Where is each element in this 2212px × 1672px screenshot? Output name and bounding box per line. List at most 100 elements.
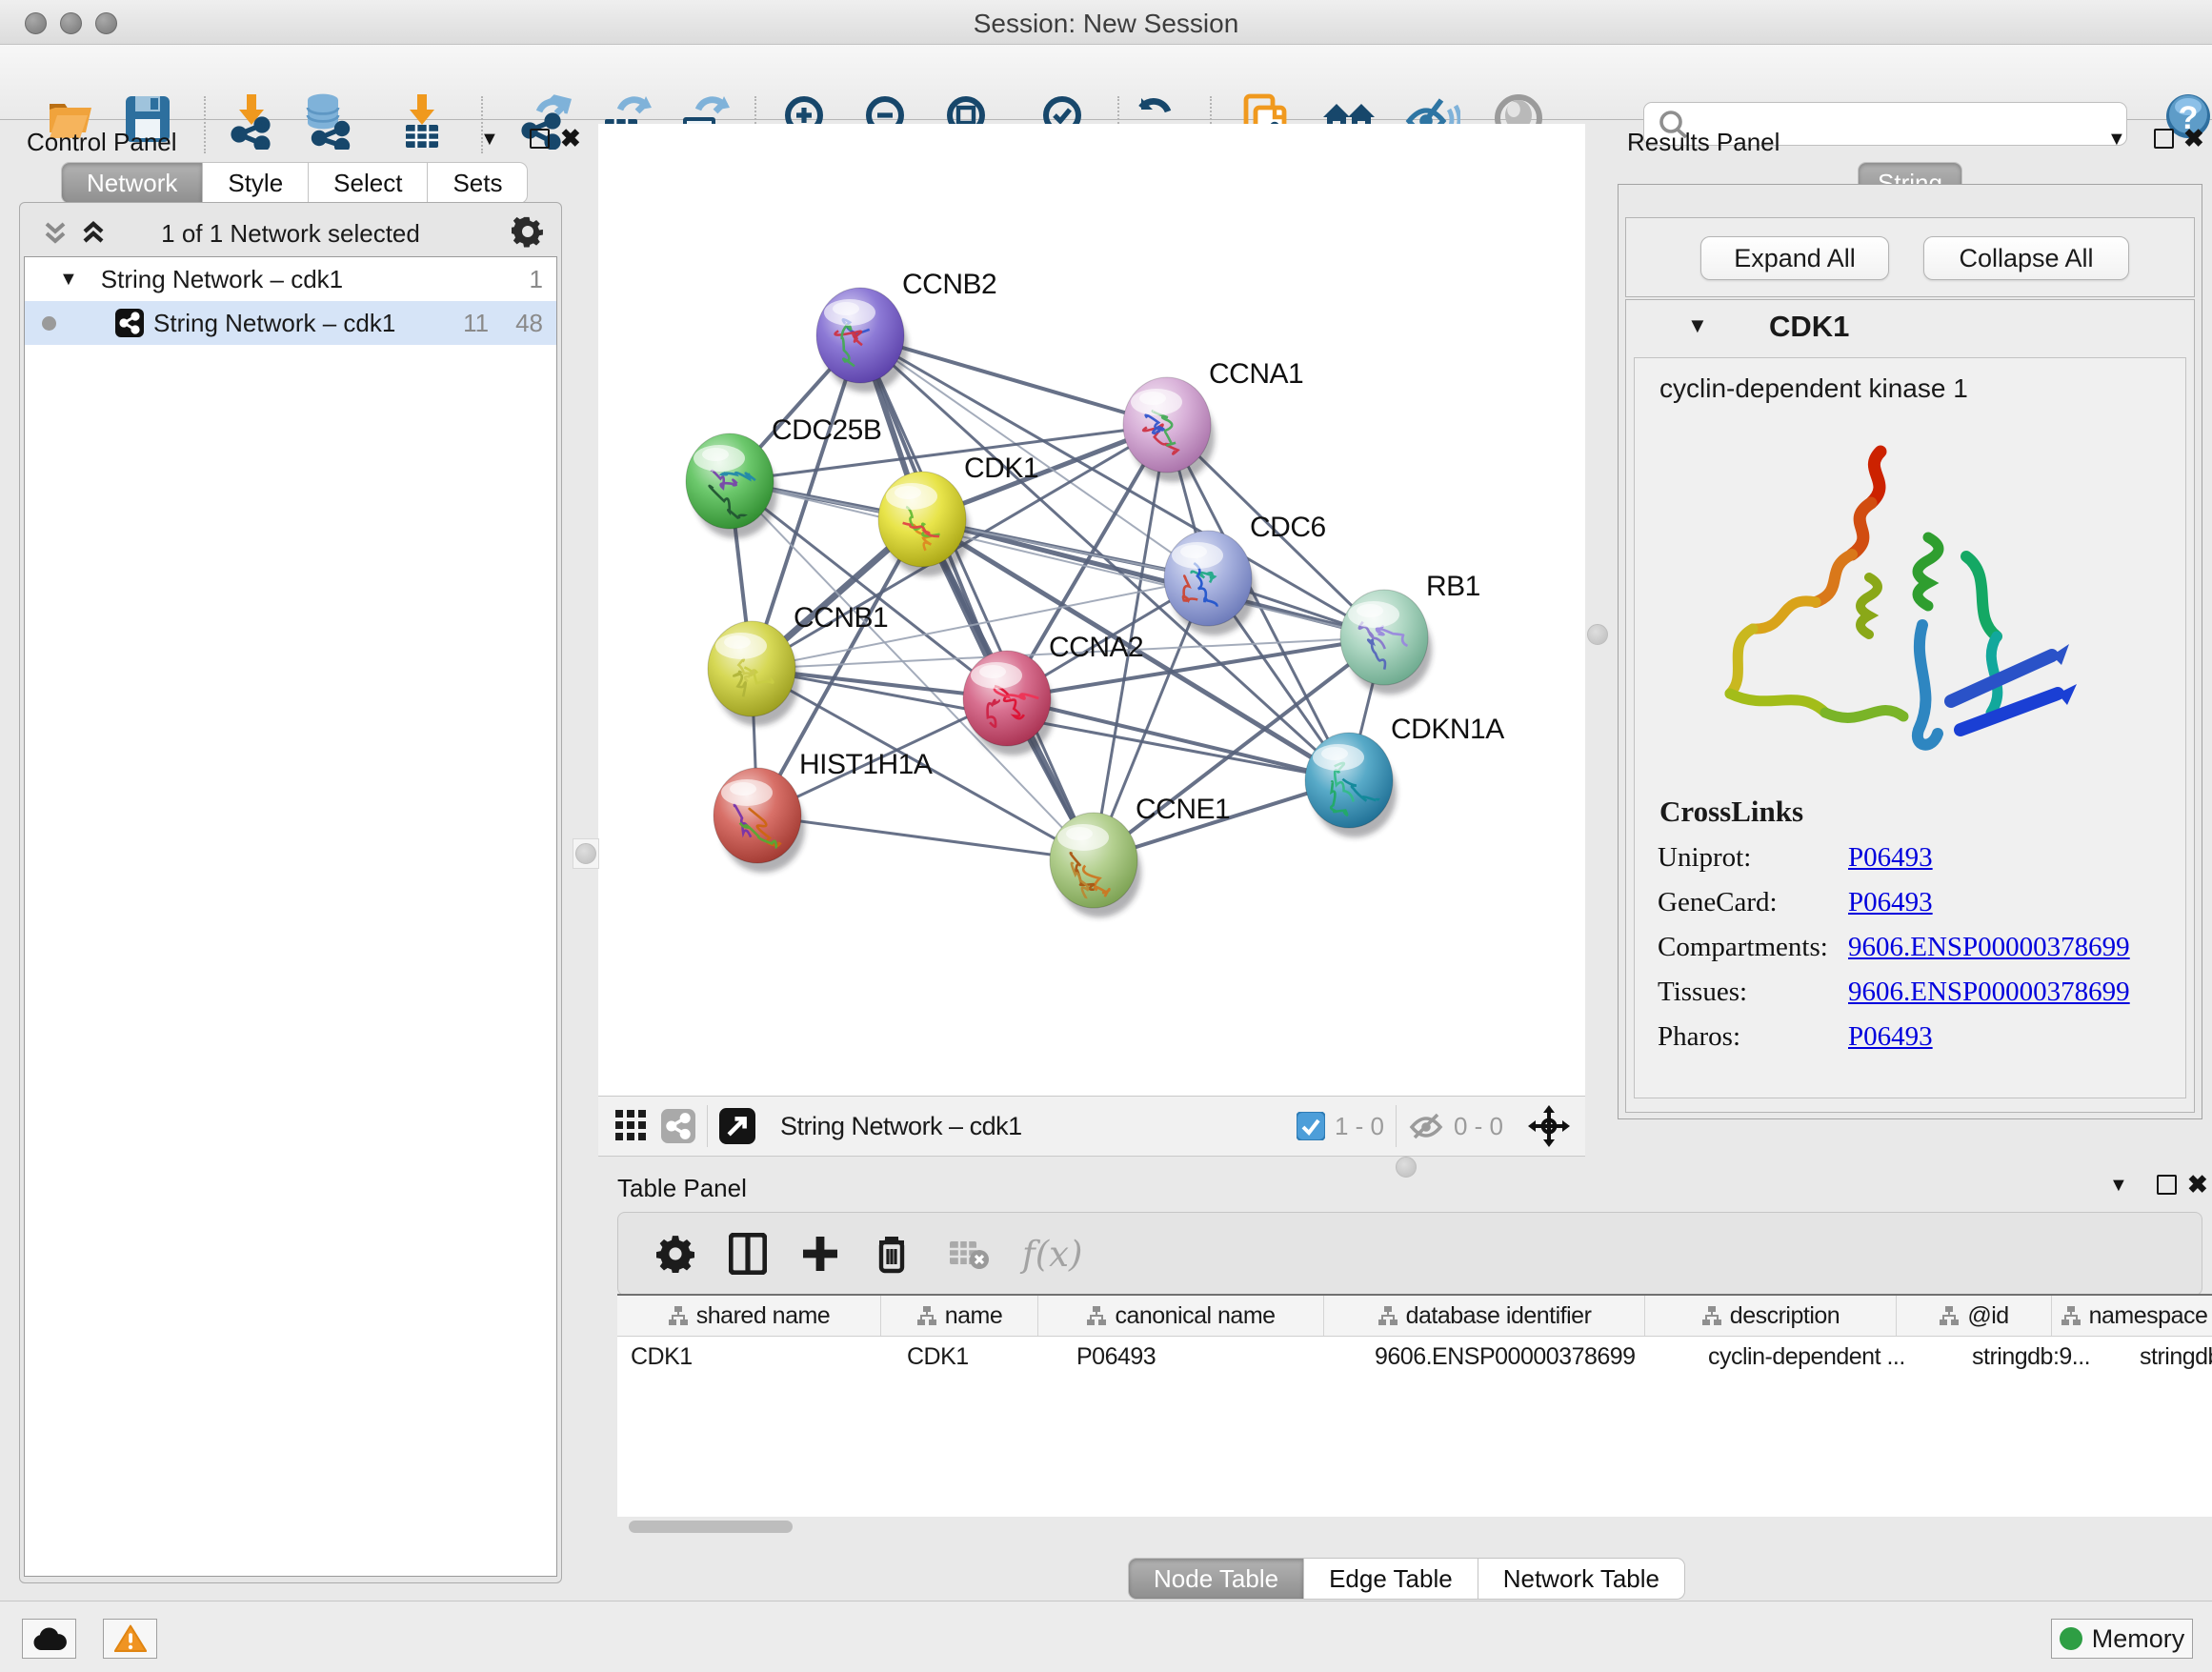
table-panel-close-icon[interactable]: ✖ xyxy=(2187,1174,2208,1195)
cell-databaseidentifier[interactable]: 9606.ENSP00000378699 xyxy=(1361,1337,1695,1377)
cloud-status-button[interactable] xyxy=(22,1619,76,1659)
crosslink-link[interactable]: 9606.ENSP00000378699 xyxy=(1848,977,2130,1008)
open-in-window-icon[interactable] xyxy=(719,1108,755,1144)
main-toolbar: ? xyxy=(0,45,2212,120)
network-node-CDC25B[interactable] xyxy=(686,433,777,538)
column-type-icon xyxy=(1939,1305,1960,1326)
collection-expand-icon[interactable]: ▼ xyxy=(59,269,78,291)
crosslink-label: Pharos: xyxy=(1658,1021,1848,1053)
expand-all-button[interactable]: Expand All xyxy=(1700,236,1889,280)
table-header-row: shared namenamecanonical namedatabase id… xyxy=(617,1296,2212,1337)
warning-status-button[interactable] xyxy=(103,1619,157,1659)
network-node-HIST1H1A[interactable] xyxy=(714,768,805,873)
table-row[interactable]: CDK1CDK1P064939606.ENSP00000378699cyclin… xyxy=(617,1337,2212,1377)
column-type-icon xyxy=(1701,1305,1722,1326)
show-column-icon[interactable] xyxy=(729,1233,767,1275)
gene-description: cyclin-dependent kinase 1 xyxy=(1659,373,2185,404)
table-panel-float-icon[interactable] xyxy=(2157,1175,2177,1195)
network-share-icon[interactable] xyxy=(661,1109,695,1143)
network-node-CDK1[interactable] xyxy=(878,472,970,576)
gene-details-box: cyclin-dependent kinase 1 xyxy=(1634,357,2186,1098)
function-builder-icon: f(x) xyxy=(1022,1234,1082,1275)
table-panel-title: Table Panel xyxy=(617,1174,747,1203)
results-panel-close-icon[interactable]: ✖ xyxy=(2183,128,2204,149)
column-header-id[interactable]: @id xyxy=(1897,1296,2052,1336)
network-label: String Network – cdk1 xyxy=(153,309,395,338)
network-node-CDKN1A[interactable] xyxy=(1305,733,1397,837)
gene-collapse-icon[interactable]: ▼ xyxy=(1687,313,1708,338)
hidden-eye-icon[interactable] xyxy=(1408,1112,1444,1140)
results-panel-menu-icon[interactable]: ▼ xyxy=(2107,130,2126,149)
cell-name[interactable]: CDK1 xyxy=(894,1337,1063,1377)
crosslink-label: Tissues: xyxy=(1658,977,1848,1008)
cell-description[interactable]: cyclin-dependent ... xyxy=(1695,1337,1959,1377)
crosslink-link[interactable]: P06493 xyxy=(1848,1021,1933,1053)
crosslinks-list: Uniprot:P06493GeneCard:P06493Compartment… xyxy=(1635,842,2185,1053)
column-header-description[interactable]: description xyxy=(1645,1296,1897,1336)
column-header-sharedname[interactable]: shared name xyxy=(617,1296,881,1336)
table-panel-menu-icon[interactable]: ▼ xyxy=(2109,1176,2128,1195)
network-edge[interactable] xyxy=(1007,698,1349,780)
table-options-gear-icon[interactable] xyxy=(656,1235,694,1273)
network-list-box: 1 of 1 Network selected ▼ String Network… xyxy=(19,202,562,1583)
tab-node-table[interactable]: Node Table xyxy=(1128,1558,1304,1600)
tab-select[interactable]: Select xyxy=(309,162,428,204)
bird-eye-toggle-icon[interactable] xyxy=(1528,1105,1570,1147)
node-label-RB1: RB1 xyxy=(1426,571,1480,602)
network-node-CCNB2[interactable] xyxy=(816,288,908,393)
column-header-canonicalname[interactable]: canonical name xyxy=(1038,1296,1324,1336)
network-collection-row[interactable]: ▼ String Network – cdk1 1 xyxy=(25,257,556,301)
cell-canonicalname[interactable]: P06493 xyxy=(1063,1337,1361,1377)
delete-column-icon[interactable] xyxy=(874,1233,910,1275)
node-label-CDC6: CDC6 xyxy=(1250,512,1326,543)
column-header-databaseidentifier[interactable]: database identifier xyxy=(1324,1296,1645,1336)
crosslink-row: GeneCard:P06493 xyxy=(1658,887,2185,918)
crosslink-link[interactable]: 9606.ENSP00000378699 xyxy=(1848,932,2130,963)
control-panel-close-icon[interactable]: ✖ xyxy=(560,128,581,149)
crosslink-link[interactable]: P06493 xyxy=(1848,842,1933,874)
tab-style[interactable]: Style xyxy=(203,162,309,204)
column-header-name[interactable]: name xyxy=(881,1296,1038,1336)
network-edge-count: 48 xyxy=(515,309,543,338)
cell-sharedname[interactable]: CDK1 xyxy=(617,1337,894,1377)
control-panel-title: Control Panel xyxy=(27,128,177,157)
gene-name: CDK1 xyxy=(1769,310,1849,344)
node-label-CCNA1: CCNA1 xyxy=(1209,358,1303,390)
network-edge[interactable] xyxy=(860,335,1094,860)
tab-sets[interactable]: Sets xyxy=(428,162,528,204)
tab-edge-table[interactable]: Edge Table xyxy=(1304,1558,1478,1600)
cell-id[interactable]: stringdb:9... xyxy=(1959,1337,2126,1377)
column-header-namespace[interactable]: namespace xyxy=(2052,1296,2212,1336)
node-label-CCNB2: CCNB2 xyxy=(902,269,996,300)
memory-button[interactable]: Memory xyxy=(2051,1619,2193,1659)
results-panel-title: Results Panel xyxy=(1627,128,1780,157)
network-row[interactable]: String Network – cdk1 11 48 xyxy=(25,301,556,345)
cell-namespace[interactable]: stringdb xyxy=(2126,1337,2212,1377)
collection-count: 1 xyxy=(530,265,543,294)
network-options-gear-icon[interactable] xyxy=(512,215,544,248)
node-label-CCNA2: CCNA2 xyxy=(1049,632,1143,663)
tab-network-table[interactable]: Network Table xyxy=(1478,1558,1685,1600)
control-panel-float-icon[interactable] xyxy=(530,129,550,149)
grid-view-icon[interactable] xyxy=(615,1110,648,1142)
selected-checkbox-icon[interactable] xyxy=(1297,1112,1325,1140)
control-panel-tabs: Network Style Select Sets xyxy=(61,162,528,204)
node-label-CDKN1A: CDKN1A xyxy=(1391,714,1504,745)
crosslink-link[interactable]: P06493 xyxy=(1848,887,1933,918)
network-node-RB1[interactable] xyxy=(1340,590,1432,695)
network-node-CDC6[interactable] xyxy=(1164,531,1256,635)
gene-section-header[interactable]: ▼ CDK1 xyxy=(1626,300,2194,355)
network-node-CCNA1[interactable] xyxy=(1123,377,1215,482)
network-edge[interactable] xyxy=(757,816,1094,860)
add-column-icon[interactable] xyxy=(801,1235,839,1273)
network-canvas[interactable]: CCNB2CCNA1CDC25BCDK1CDC6RB1CCNB1CCNA2CDK… xyxy=(598,124,1585,1096)
node-label-CCNE1: CCNE1 xyxy=(1136,794,1230,825)
results-panel-float-icon[interactable] xyxy=(2154,129,2174,149)
network-node-CCNE1[interactable] xyxy=(1050,813,1141,917)
panel-divider-handle[interactable] xyxy=(573,838,599,869)
string-results-box: Expand All Collapse All ▼ CDK1 cyclin-de… xyxy=(1618,184,2202,1119)
collapse-all-button[interactable]: Collapse All xyxy=(1923,236,2129,280)
table-horizontal-scrollbar[interactable] xyxy=(629,1521,793,1533)
control-panel-menu-icon[interactable]: ▼ xyxy=(480,130,499,149)
tab-network[interactable]: Network xyxy=(61,162,203,204)
